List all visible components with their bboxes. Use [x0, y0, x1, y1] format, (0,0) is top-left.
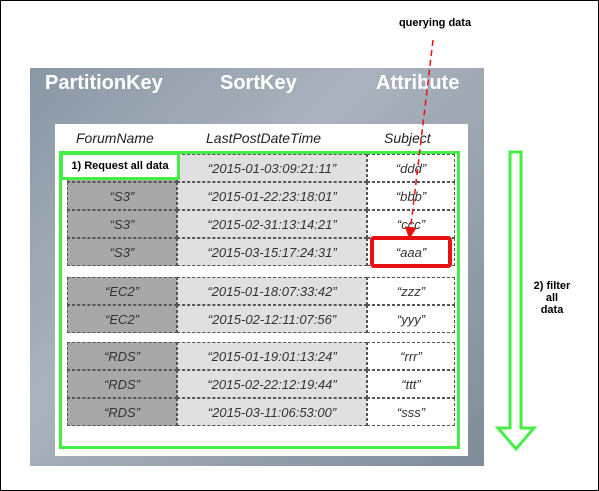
request-all-data-label: 1) Request all data — [60, 152, 180, 180]
column-subject: Subject — [384, 130, 431, 146]
filter-label-line-1: 2) filter — [533, 280, 571, 292]
header-sort-key: SortKey — [220, 72, 297, 94]
filter-label-line-3: data — [540, 304, 564, 316]
matched-row-highlight — [370, 236, 452, 268]
column-last-post-date-time: LastPostDateTime — [206, 130, 322, 146]
request-all-data-highlight — [59, 151, 460, 449]
filter-label: 2) filter all data — [530, 280, 574, 316]
header-attribute: Attribute — [376, 72, 460, 94]
header-partition-key: PartitionKey — [45, 72, 163, 94]
filter-label-line-2: all — [545, 292, 559, 304]
column-forum-name: ForumName — [76, 130, 154, 146]
querying-data-label: querying data — [398, 17, 472, 29]
